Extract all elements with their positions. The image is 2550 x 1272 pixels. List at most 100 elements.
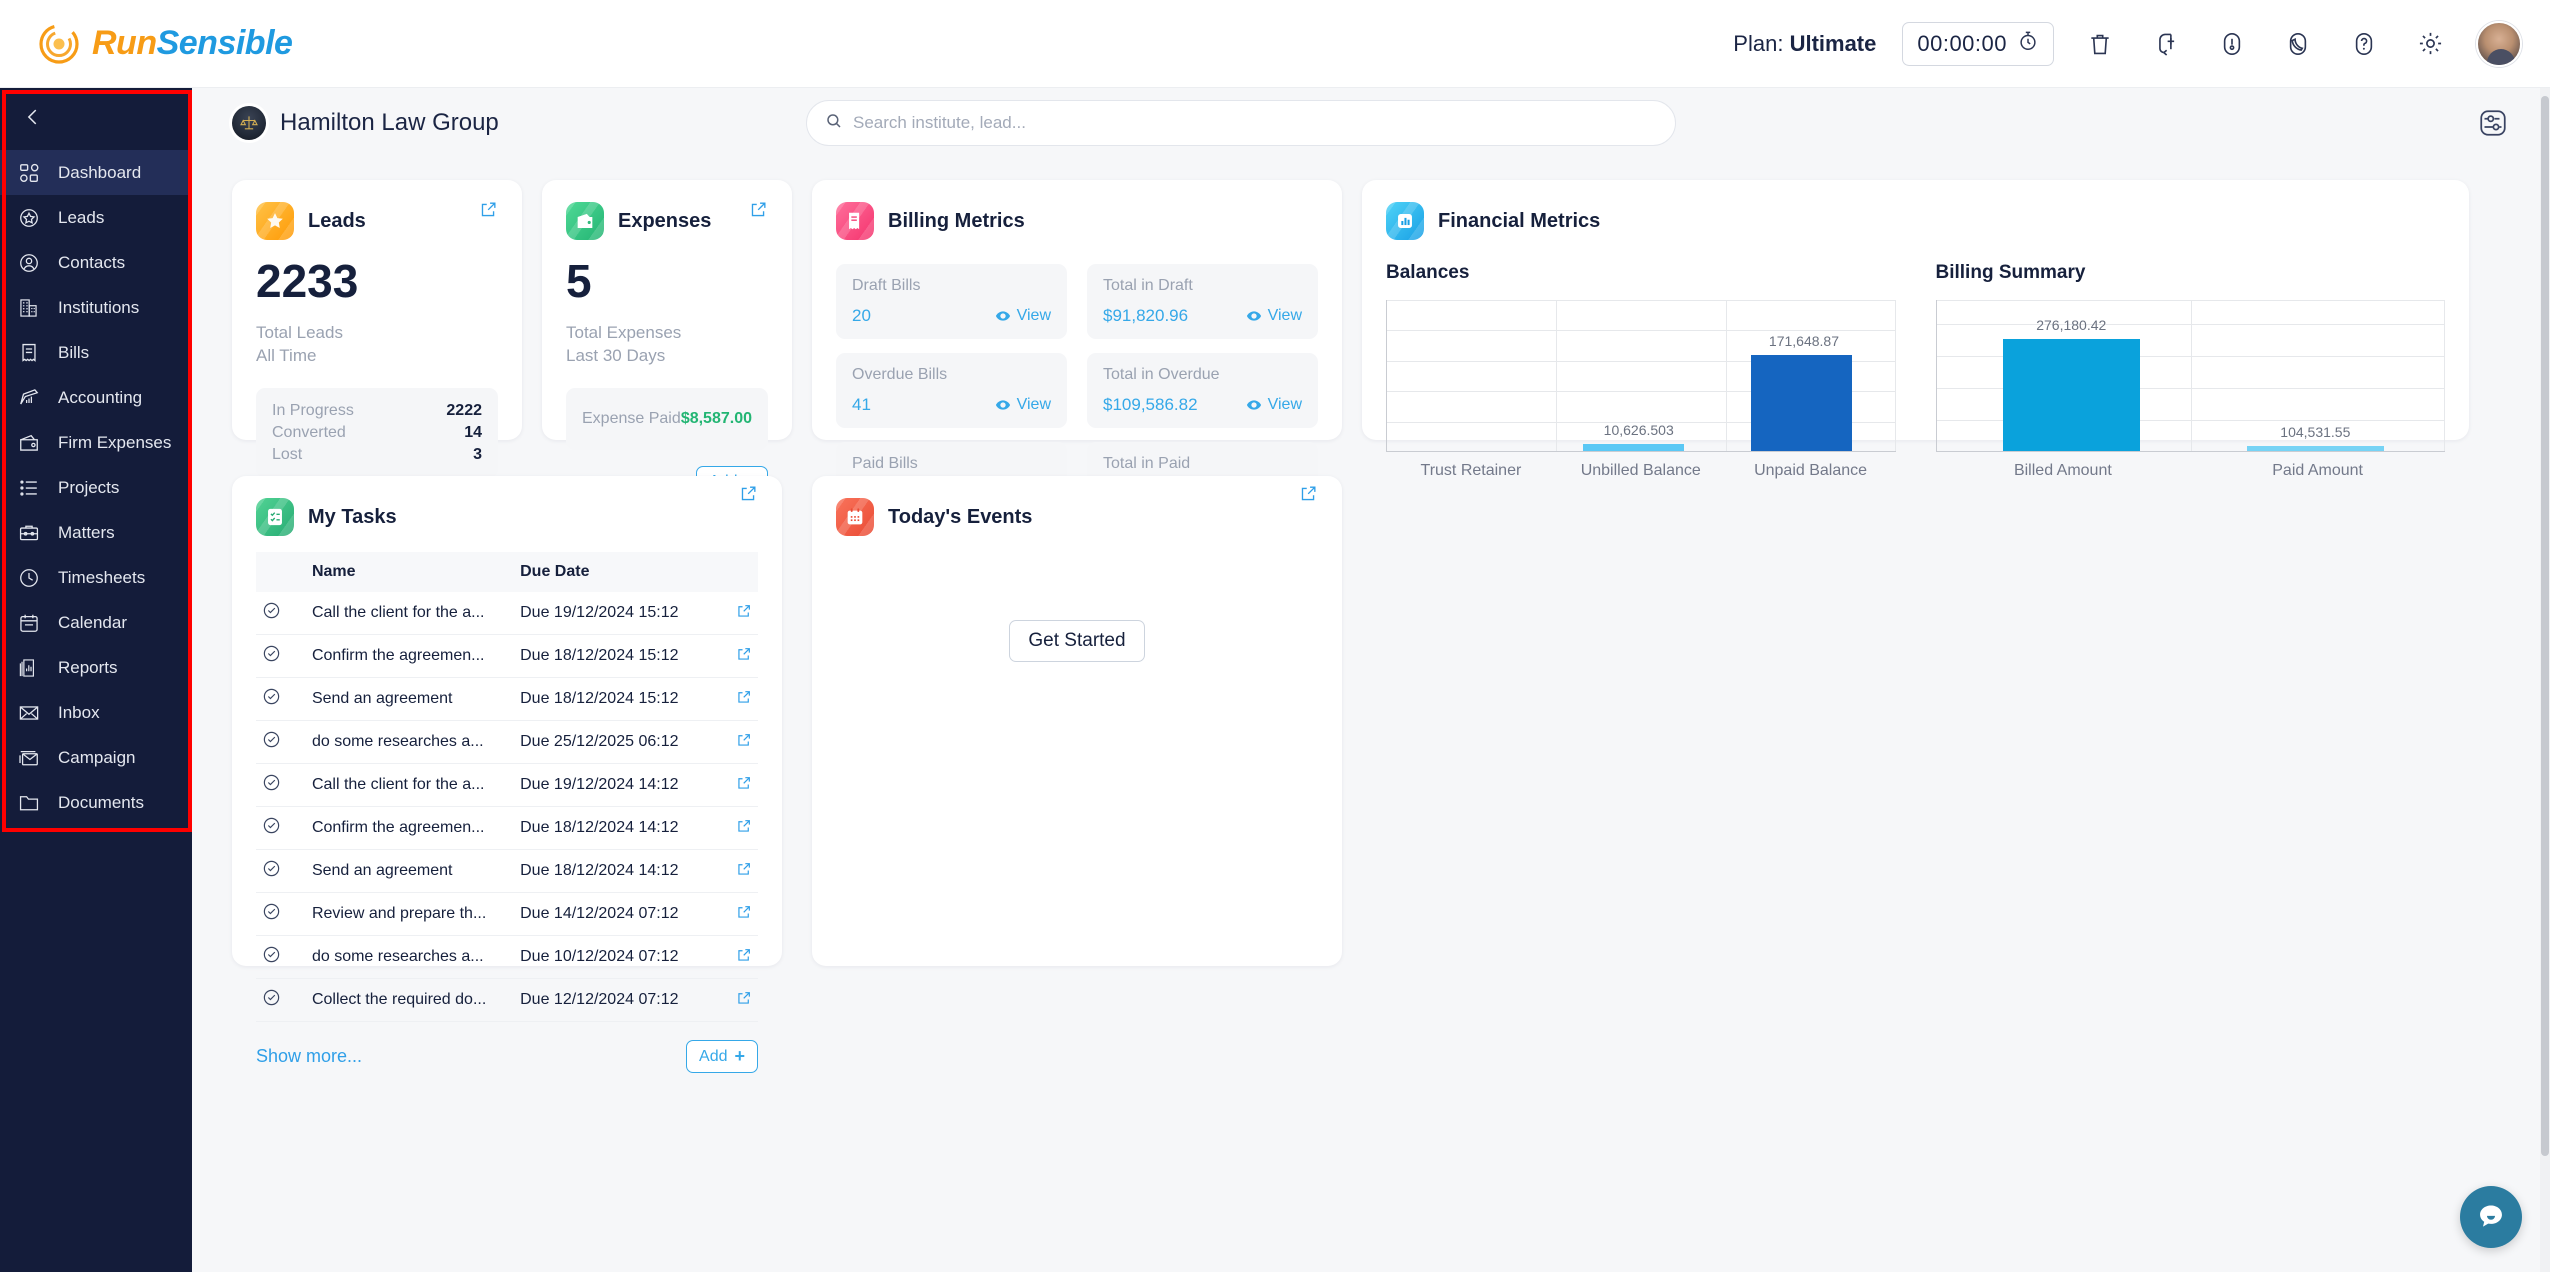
table-row[interactable]: do some researches a... Due 10/12/2024 0…: [256, 935, 758, 979]
sidebar-item-campaign[interactable]: Campaign: [0, 735, 192, 780]
bar-paid-amount[interactable]: [2246, 446, 2384, 451]
open-external-icon[interactable]: [736, 776, 752, 795]
task-open-cell[interactable]: [722, 806, 758, 850]
sidebar-item-firm-expenses[interactable]: Firm Expenses: [0, 420, 192, 465]
trash-icon[interactable]: [2080, 24, 2120, 64]
table-row[interactable]: Confirm the agreemen... Due 18/12/2024 1…: [256, 806, 758, 850]
page-scrollbar-thumb[interactable]: [2541, 96, 2549, 1156]
sidebar-item-dashboard[interactable]: Dashboard: [0, 150, 192, 195]
open-external-icon[interactable]: [749, 200, 768, 224]
task-check-cell[interactable]: [256, 634, 306, 678]
sidebar-item-timesheets[interactable]: Timesheets: [0, 555, 192, 600]
envelope-icon: [16, 700, 42, 726]
notification-bell-icon[interactable]: [2212, 24, 2252, 64]
task-open-cell[interactable]: [722, 892, 758, 936]
sliders-icon[interactable]: [2476, 106, 2510, 140]
search-input[interactable]: [853, 113, 1657, 133]
task-complete-icon[interactable]: [262, 688, 281, 710]
open-external-icon[interactable]: [736, 905, 752, 924]
open-external-icon[interactable]: [479, 200, 498, 224]
task-complete-icon[interactable]: [262, 774, 281, 796]
open-external-icon[interactable]: [739, 484, 758, 508]
open-external-icon[interactable]: [736, 948, 752, 967]
task-check-cell[interactable]: [256, 935, 306, 979]
task-open-cell[interactable]: [722, 720, 758, 764]
task-complete-icon[interactable]: [262, 817, 281, 839]
task-check-cell[interactable]: [256, 978, 306, 1022]
task-complete-icon[interactable]: [262, 731, 281, 753]
sidebar-item-accounting[interactable]: Accounting: [0, 375, 192, 420]
workspace-identity[interactable]: Hamilton Law Group: [232, 106, 499, 140]
task-check-cell[interactable]: [256, 849, 306, 893]
open-external-icon[interactable]: [736, 733, 752, 752]
global-search[interactable]: [806, 100, 1676, 146]
task-open-cell[interactable]: [722, 935, 758, 979]
table-row[interactable]: do some researches a... Due 25/12/2025 0…: [256, 720, 758, 764]
chat-bubble-icon[interactable]: [2460, 1186, 2522, 1248]
view-link[interactable]: View: [1246, 307, 1302, 325]
bar-billed-amount[interactable]: [2002, 339, 2140, 451]
sidebar-item-institutions[interactable]: Institutions: [0, 285, 192, 330]
open-external-icon[interactable]: [736, 690, 752, 709]
sidebar-item-leads[interactable]: Leads: [0, 195, 192, 240]
table-row[interactable]: Call the client for the a... Due 19/12/2…: [256, 592, 758, 635]
open-external-icon[interactable]: [736, 647, 752, 666]
table-row[interactable]: Send an agreement Due 18/12/2024 15:12: [256, 677, 758, 721]
open-external-icon[interactable]: [736, 991, 752, 1010]
table-row[interactable]: Confirm the agreemen... Due 18/12/2024 1…: [256, 634, 758, 678]
get-started-button[interactable]: Get Started: [1009, 620, 1145, 662]
sidebar-item-inbox[interactable]: Inbox: [0, 690, 192, 735]
table-row[interactable]: Collect the required do... Due 12/12/202…: [256, 978, 758, 1022]
table-row[interactable]: Call the client for the a... Due 19/12/2…: [256, 763, 758, 807]
bar-unbilled-balance[interactable]: [1582, 444, 1685, 451]
sidebar-item-reports[interactable]: Reports: [0, 645, 192, 690]
sidebar-item-contacts[interactable]: Contacts: [0, 240, 192, 285]
open-external-icon[interactable]: [736, 819, 752, 838]
settings-gear-icon[interactable]: [2410, 24, 2450, 64]
task-open-cell[interactable]: [722, 978, 758, 1022]
task-open-cell[interactable]: [722, 677, 758, 721]
task-check-cell[interactable]: [256, 677, 306, 721]
view-link[interactable]: View: [1246, 396, 1302, 414]
task-check-cell[interactable]: [256, 720, 306, 764]
task-complete-icon[interactable]: [262, 903, 281, 925]
sidebar-item-matters[interactable]: Matters: [0, 510, 192, 555]
bar-unpaid-balance[interactable]: [1750, 355, 1853, 451]
task-check-cell[interactable]: [256, 806, 306, 850]
sidebar-item-calendar[interactable]: Calendar: [0, 600, 192, 645]
stopwatch-icon[interactable]: [2017, 30, 2039, 57]
sidebar-item-documents[interactable]: Documents: [0, 780, 192, 825]
show-more-link[interactable]: Show more...: [256, 1046, 362, 1067]
task-open-cell[interactable]: [722, 634, 758, 678]
phone-icon[interactable]: [2278, 24, 2318, 64]
task-complete-icon[interactable]: [262, 946, 281, 968]
card-header: Expenses: [566, 202, 768, 240]
task-check-cell[interactable]: [256, 763, 306, 807]
help-icon[interactable]: [2344, 24, 2384, 64]
add-task-button[interactable]: Add +: [686, 1040, 758, 1073]
table-row[interactable]: Send an agreement Due 18/12/2024 14:12: [256, 849, 758, 893]
open-external-icon[interactable]: [1299, 484, 1318, 508]
view-link[interactable]: View: [995, 307, 1051, 325]
timer-widget[interactable]: 00:00:00: [1902, 21, 2054, 66]
calendar-icon: [836, 498, 874, 536]
sidebar-collapse-button[interactable]: [0, 88, 192, 150]
task-open-cell[interactable]: [722, 763, 758, 807]
task-check-cell[interactable]: [256, 892, 306, 936]
task-complete-icon[interactable]: [262, 860, 281, 882]
open-external-icon[interactable]: [736, 604, 752, 623]
task-complete-icon[interactable]: [262, 602, 281, 624]
task-open-cell[interactable]: [722, 849, 758, 893]
task-complete-icon[interactable]: [262, 989, 281, 1011]
view-link[interactable]: View: [995, 396, 1051, 414]
task-check-cell[interactable]: [256, 592, 306, 635]
add-circle-icon[interactable]: [2146, 24, 2186, 64]
task-complete-icon[interactable]: [262, 645, 281, 667]
task-open-cell[interactable]: [722, 592, 758, 635]
sidebar-item-bills[interactable]: Bills: [0, 330, 192, 375]
avatar[interactable]: [2476, 20, 2522, 67]
app-logo[interactable]: RunSensible: [38, 23, 293, 65]
table-row[interactable]: Review and prepare th... Due 14/12/2024 …: [256, 892, 758, 936]
sidebar-item-projects[interactable]: Projects: [0, 465, 192, 510]
open-external-icon[interactable]: [736, 862, 752, 881]
